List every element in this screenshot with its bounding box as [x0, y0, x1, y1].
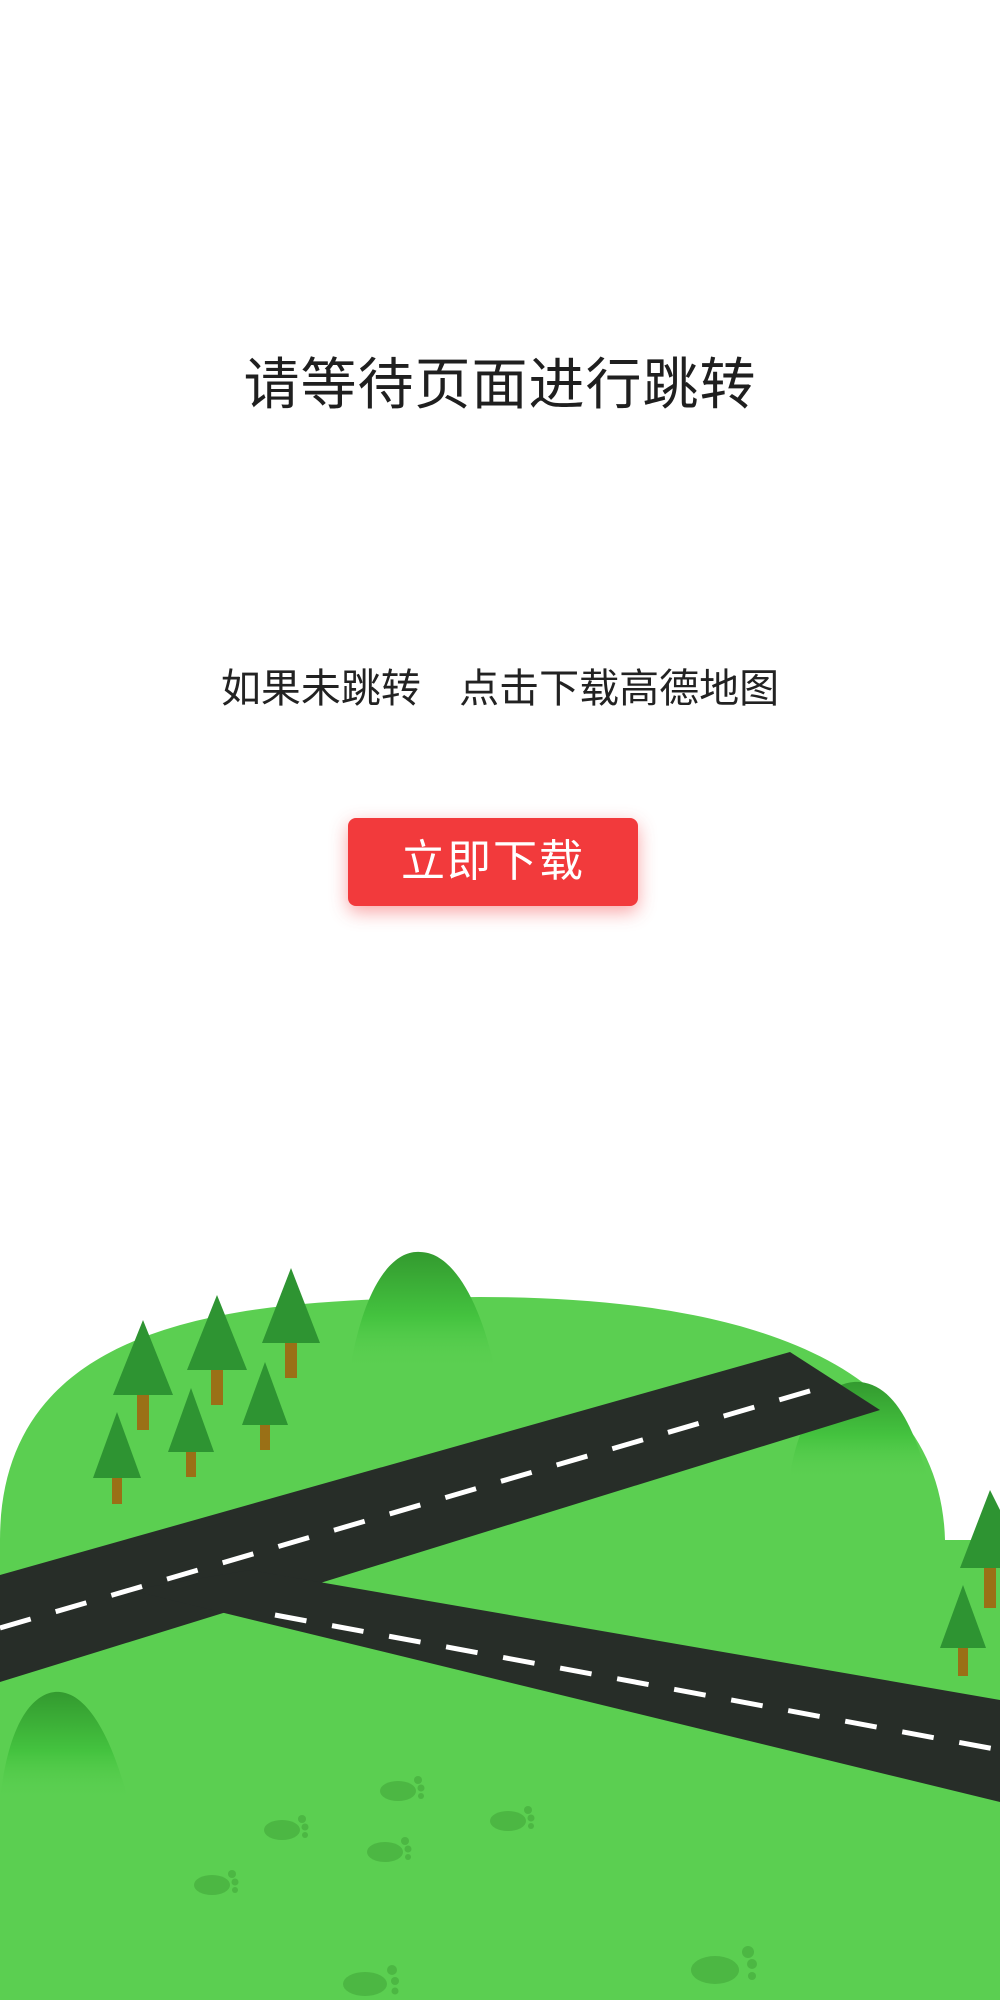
download-hint-text: 如果未跳转 点击下载高德地图: [220, 666, 780, 712]
redirect-page: 请等待页面进行跳转 如果未跳转 点击下载高德地图 立即下载: [0, 0, 1000, 2000]
landscape-illustration: [0, 1251, 1000, 2000]
download-now-button[interactable]: 立即下载: [348, 818, 638, 906]
page-title: 请等待页面进行跳转: [243, 353, 757, 418]
hill-icon: [350, 1251, 495, 1370]
